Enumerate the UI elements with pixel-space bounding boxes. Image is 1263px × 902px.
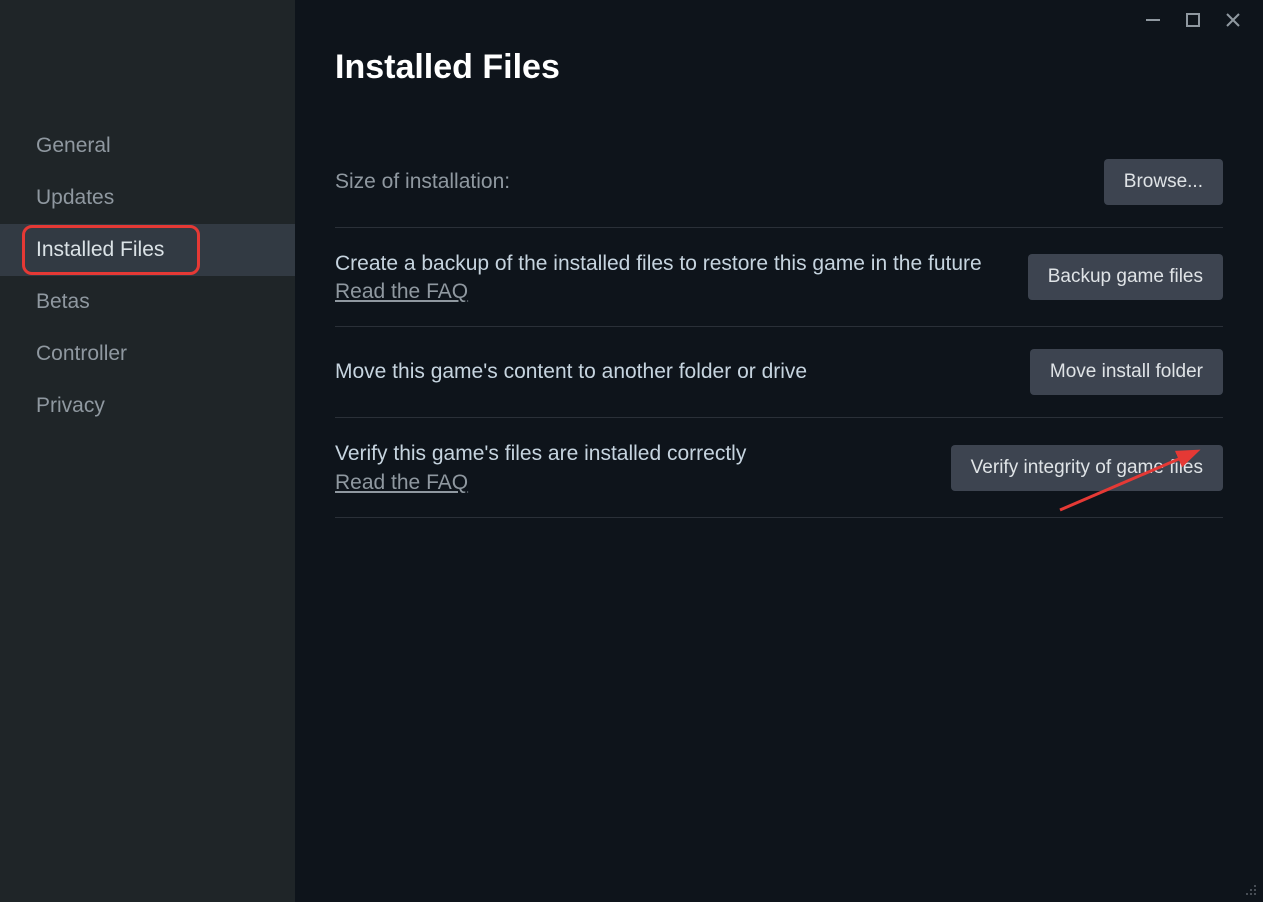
sidebar-item-label: Installed Files — [36, 238, 164, 261]
sidebar-item-label: Controller — [36, 342, 127, 365]
minimize-button[interactable] — [1143, 10, 1163, 30]
sidebar-item-betas[interactable]: Betas — [0, 276, 295, 328]
move-row-text: Move this game's content to another fold… — [335, 358, 1000, 386]
sidebar-item-updates[interactable]: Updates — [0, 172, 295, 224]
content-pane: Installed Files Size of installation: Br… — [295, 0, 1263, 902]
backup-row-text: Create a backup of the installed files t… — [335, 250, 998, 304]
close-button[interactable] — [1223, 10, 1243, 30]
sidebar-item-general[interactable]: General — [0, 120, 295, 172]
sidebar-item-label: Updates — [36, 186, 114, 209]
app-container: General Updates Installed Files Betas Co… — [0, 0, 1263, 902]
move-row: Move this game's content to another fold… — [335, 327, 1223, 418]
resize-grip-icon[interactable] — [1243, 882, 1257, 896]
size-row-text: Size of installation: — [335, 170, 1074, 194]
verify-row-text: Verify this game's files are installed c… — [335, 440, 921, 494]
move-button[interactable]: Move install folder — [1030, 349, 1223, 395]
browse-button[interactable]: Browse... — [1104, 159, 1223, 205]
verify-desc: Verify this game's files are installed c… — [335, 440, 921, 468]
maximize-button[interactable] — [1183, 10, 1203, 30]
backup-button[interactable]: Backup game files — [1028, 254, 1223, 300]
verify-faq-link[interactable]: Read the FAQ — [335, 471, 468, 495]
sidebar-item-label: Privacy — [36, 394, 105, 417]
backup-row: Create a backup of the installed files t… — [335, 228, 1223, 327]
sidebar-item-privacy[interactable]: Privacy — [0, 380, 295, 432]
minimize-icon — [1144, 11, 1162, 29]
sidebar-item-installed-files[interactable]: Installed Files — [0, 224, 295, 276]
sidebar-item-label: Betas — [36, 290, 90, 313]
page-title: Installed Files — [335, 48, 1223, 87]
sidebar: General Updates Installed Files Betas Co… — [0, 0, 295, 902]
close-icon — [1224, 11, 1242, 29]
verify-row: Verify this game's files are installed c… — [335, 418, 1223, 517]
maximize-icon — [1185, 12, 1201, 28]
window-titlebar — [1143, 0, 1263, 40]
size-label: Size of installation: — [335, 170, 510, 193]
verify-button[interactable]: Verify integrity of game files — [951, 445, 1223, 491]
sidebar-item-label: General — [36, 134, 111, 157]
size-row: Size of installation: Browse... — [335, 137, 1223, 228]
backup-desc: Create a backup of the installed files t… — [335, 250, 998, 278]
move-desc: Move this game's content to another fold… — [335, 358, 1000, 386]
sidebar-item-controller[interactable]: Controller — [0, 328, 295, 380]
backup-faq-link[interactable]: Read the FAQ — [335, 280, 468, 304]
